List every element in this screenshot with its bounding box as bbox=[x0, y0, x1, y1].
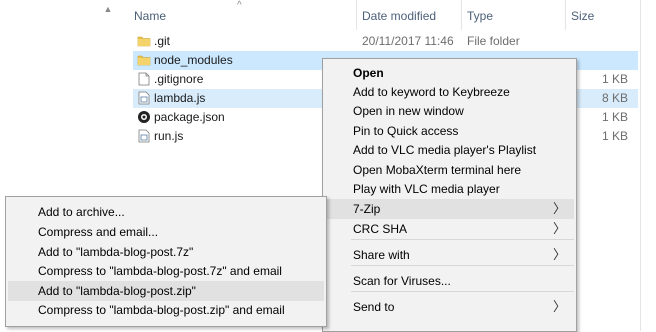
file-size: 1 KB bbox=[601, 110, 628, 124]
menu-item-label: CRC SHA bbox=[353, 222, 408, 236]
menu-item-7-zip[interactable]: 7-Zip 〉 bbox=[325, 199, 574, 219]
submenu-item-label: Compress and email... bbox=[38, 225, 159, 239]
7zip-submenu: Add to archive... Compress and email... Ad… bbox=[5, 196, 327, 327]
submenu-item-label: Add to "lambda-blog-post.7z" bbox=[38, 245, 194, 259]
menu-item-label: Share with bbox=[353, 248, 410, 262]
menu-item-label: Open MobaXterm terminal here bbox=[353, 163, 522, 177]
menu-item-label: 7-Zip bbox=[353, 202, 381, 216]
file-type: File folder bbox=[467, 34, 520, 48]
menu-item-crc-sha[interactable]: CRC SHA 〉 bbox=[325, 219, 574, 239]
column-header-size[interactable]: Size bbox=[571, 7, 594, 25]
file-icon bbox=[137, 72, 151, 86]
submenu-item-label: Compress to "lambda-blog-post.7z" and em… bbox=[38, 264, 282, 278]
json-file-icon bbox=[137, 110, 151, 124]
file-name: .git bbox=[154, 34, 171, 48]
menu-item-label: Add to VLC media player's Playlist bbox=[353, 143, 537, 157]
file-name: lambda.js bbox=[154, 91, 206, 105]
file-size: 1 KB bbox=[601, 72, 628, 86]
column-header-name[interactable]: Name bbox=[134, 7, 166, 25]
menu-item-send-to[interactable]: Send to 〉 bbox=[325, 297, 574, 317]
submenu-item[interactable]: Compress to "lambda-blog-post.7z" and em… bbox=[8, 261, 324, 281]
menu-item-label: Add to keyword to Keybreeze bbox=[353, 85, 510, 99]
submenu-item[interactable]: Compress and email... bbox=[8, 222, 324, 242]
column-header-date[interactable]: Date modified bbox=[362, 7, 436, 25]
chevron-right-icon: 〉 bbox=[552, 201, 566, 216]
menu-item-open-mobaxterm-terminal-here[interactable]: Open MobaXterm terminal here bbox=[325, 160, 574, 180]
pane-edge bbox=[640, 0, 641, 331]
chevron-right-icon: 〉 bbox=[552, 221, 566, 236]
chevron-right-icon: 〉 bbox=[552, 299, 566, 314]
menu-item-scan-for-viruses[interactable]: Scan for Viruses... bbox=[325, 271, 574, 291]
submenu-item[interactable]: Add to "lambda-blog-post.zip" bbox=[8, 281, 324, 301]
scroll-up-arrow-icon[interactable]: ▲ bbox=[103, 4, 113, 14]
file-name: node_modules bbox=[154, 53, 233, 67]
column-divider[interactable] bbox=[461, 0, 462, 30]
menu-item-open[interactable]: Open bbox=[325, 63, 574, 83]
menu-item-play-with-vlc-media-player[interactable]: Play with VLC media player bbox=[325, 179, 574, 199]
menu-item-share-with[interactable]: Share with 〉 bbox=[325, 245, 574, 265]
column-divider[interactable] bbox=[565, 0, 566, 30]
submenu-item-label: Compress to "lambda-blog-post.zip" and e… bbox=[38, 303, 285, 317]
submenu-item-label: Add to archive... bbox=[38, 205, 125, 219]
column-divider[interactable] bbox=[356, 0, 357, 30]
column-header-type[interactable]: Type bbox=[467, 7, 493, 25]
menu-item-label: Open in new window bbox=[353, 104, 464, 118]
js-file-icon bbox=[137, 129, 151, 143]
file-name: package.json bbox=[154, 110, 225, 124]
chevron-right-icon: 〉 bbox=[552, 247, 566, 262]
menu-item-pin-to-quick-access[interactable]: Pin to Quick access bbox=[325, 121, 574, 141]
menu-separator bbox=[351, 265, 574, 266]
file-date: 20/11/2017 11:46 bbox=[362, 34, 454, 48]
menu-separator bbox=[351, 291, 574, 292]
menu-item-label: Send to bbox=[353, 300, 395, 314]
menu-item-open-in-new-window[interactable]: Open in new window bbox=[325, 101, 574, 121]
folder-icon bbox=[137, 34, 151, 48]
menu-item-label: Open bbox=[353, 66, 384, 80]
menu-item-label: Pin to Quick access bbox=[353, 124, 459, 138]
submenu-item[interactable]: Add to archive... bbox=[8, 202, 324, 222]
menu-item-label: Play with VLC media player bbox=[353, 182, 500, 196]
submenu-item-label: Add to "lambda-blog-post.zip" bbox=[38, 284, 196, 298]
file-row[interactable]: .git 20/11/2017 11:46 File folder bbox=[133, 32, 638, 51]
file-size: 1 KB bbox=[601, 129, 628, 143]
file-size: 8 KB bbox=[601, 91, 628, 105]
menu-item-add-to-keyword-to-keybreeze[interactable]: Add to keyword to Keybreeze bbox=[325, 82, 574, 102]
menu-item-add-to-vlc-media-player-s-playlist[interactable]: Add to VLC media player's Playlist bbox=[325, 140, 574, 160]
menu-item-label: Scan for Viruses... bbox=[353, 274, 451, 288]
sort-ascending-icon: ^ bbox=[237, 0, 242, 11]
file-name: run.js bbox=[154, 129, 184, 143]
submenu-item[interactable]: Compress to "lambda-blog-post.zip" and e… bbox=[8, 300, 324, 320]
menu-separator bbox=[351, 239, 574, 240]
folder-icon bbox=[137, 53, 151, 67]
context-menu: Open Add to keyword to Keybreeze Open in n… bbox=[322, 58, 577, 332]
file-name: .gitignore bbox=[154, 72, 204, 86]
submenu-item[interactable]: Add to "lambda-blog-post.7z" bbox=[8, 242, 324, 262]
js-file-icon bbox=[137, 91, 151, 105]
